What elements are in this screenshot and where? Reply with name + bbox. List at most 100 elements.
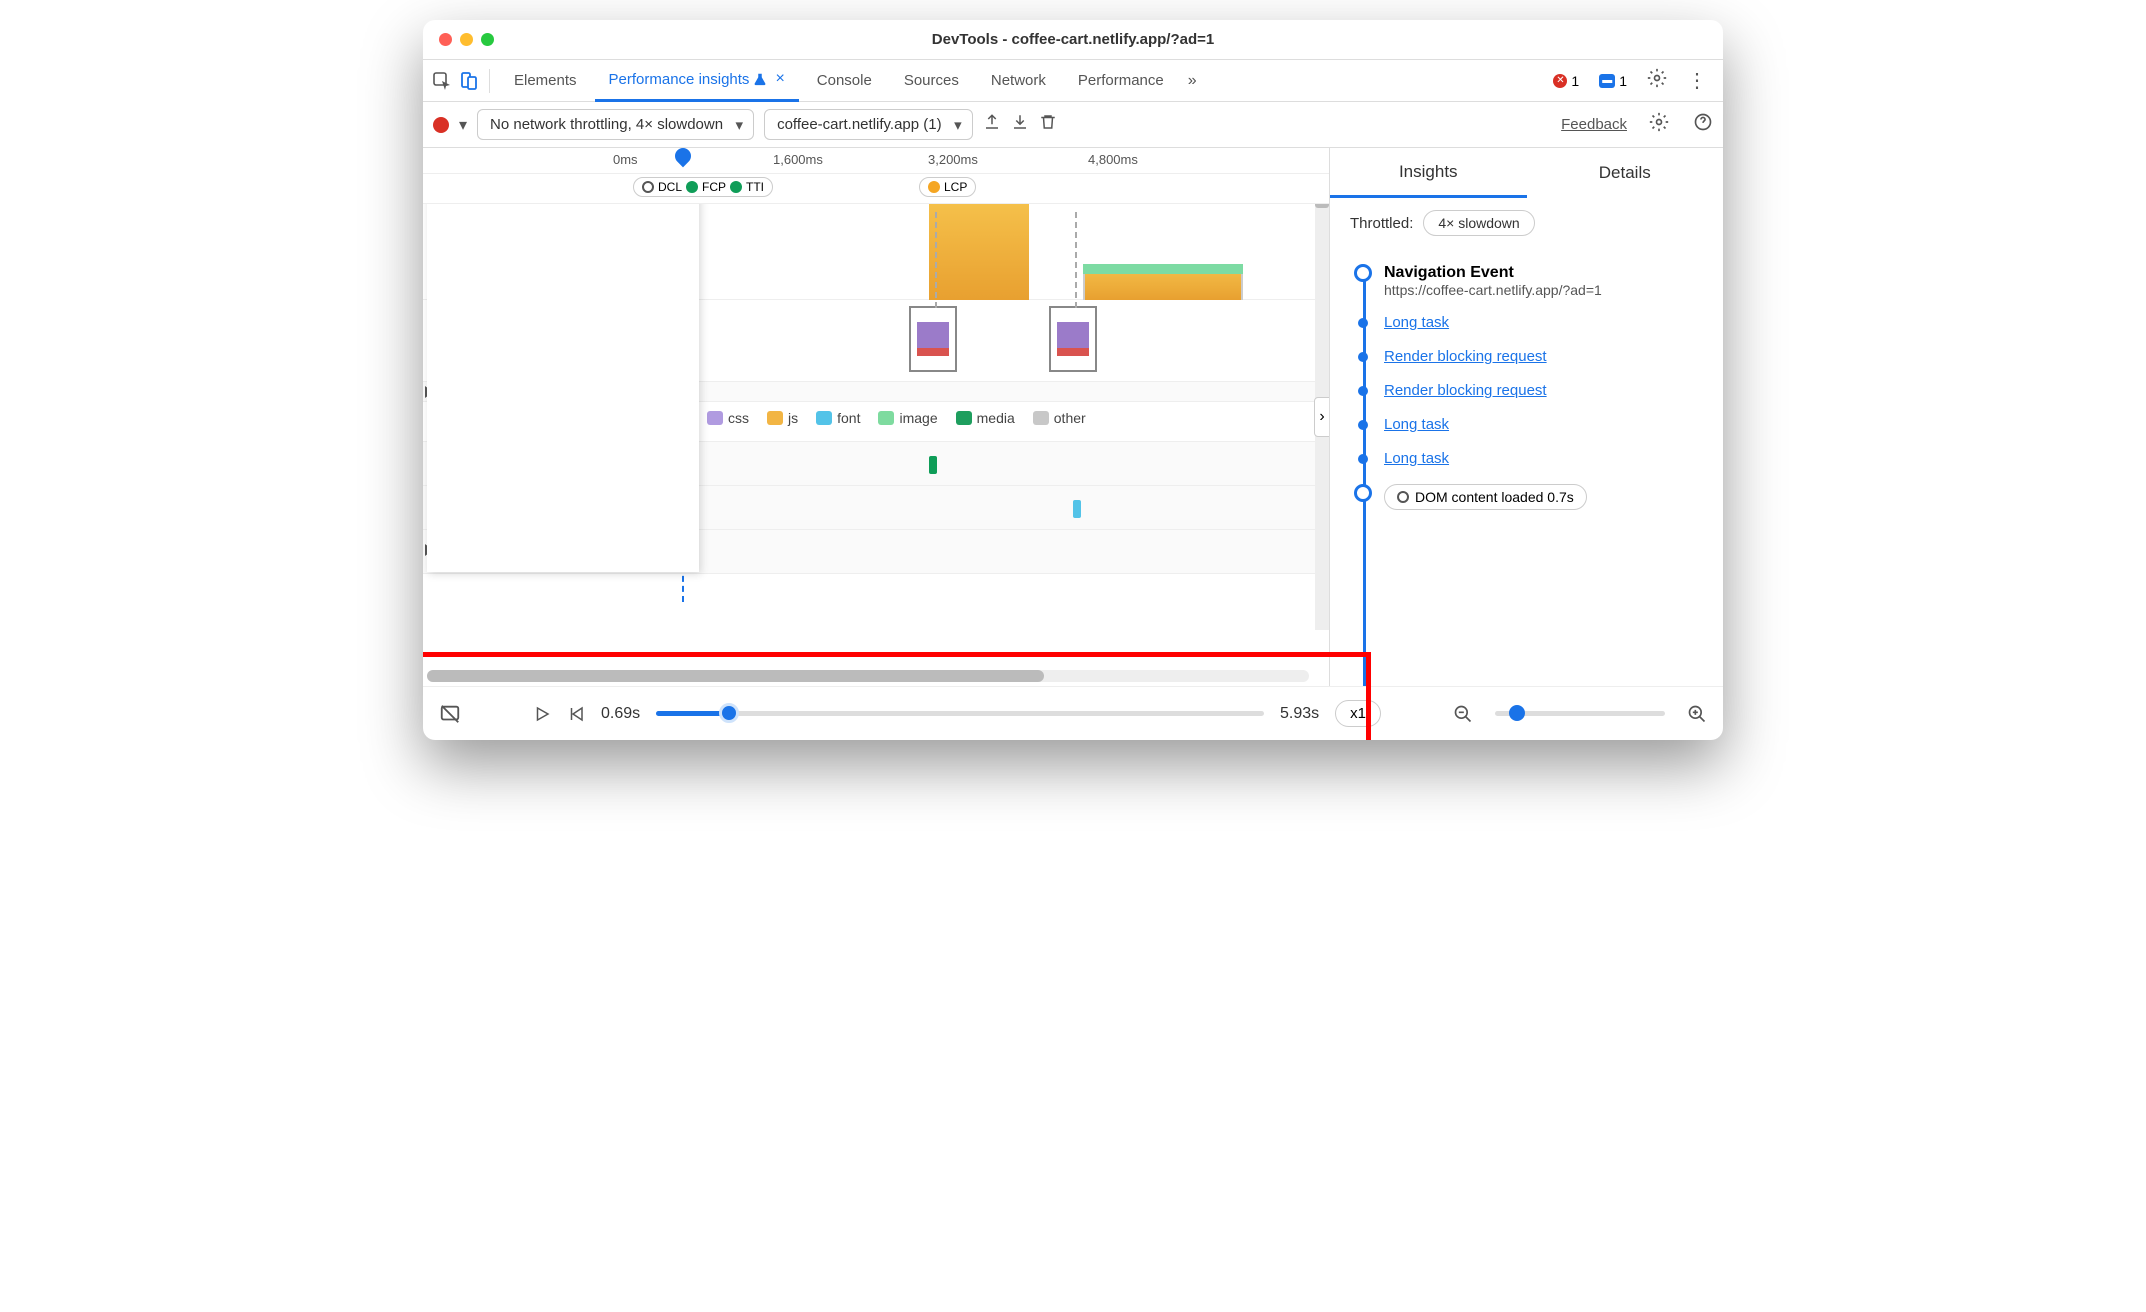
- markers-row: DCL FCP TTI LCP: [423, 174, 1329, 204]
- ruler-tick: 1,600ms: [773, 152, 823, 167]
- tab-sources[interactable]: Sources: [890, 64, 973, 97]
- export-icon[interactable]: [983, 113, 1001, 136]
- insight-navigation-event[interactable]: Navigation Event https://coffee-cart.net…: [1354, 256, 1707, 306]
- insight-item[interactable]: Render blocking request: [1354, 374, 1707, 408]
- more-tabs-icon[interactable]: »: [1188, 72, 1197, 90]
- insight-item[interactable]: Render blocking request: [1354, 340, 1707, 374]
- zoom-out-icon[interactable]: [1453, 704, 1473, 724]
- ruler-tick: 0ms: [613, 152, 638, 167]
- tracks: css js font image media other: [423, 204, 1329, 686]
- play-icon[interactable]: [533, 705, 551, 723]
- minimize-window-button[interactable]: [460, 33, 473, 46]
- playback-slider[interactable]: [656, 711, 1264, 716]
- tab-performance-insights[interactable]: Performance insights ×: [595, 60, 799, 102]
- timeline-dot-icon: [1354, 484, 1372, 502]
- delete-icon[interactable]: [1039, 113, 1057, 136]
- insights-list: Navigation Event https://coffee-cart.net…: [1330, 248, 1723, 686]
- expand-panel-icon[interactable]: ›: [1314, 397, 1329, 437]
- origin-dropdown[interactable]: coffee-cart.netlify.app (1): [764, 109, 973, 140]
- slider-knob[interactable]: [1509, 705, 1525, 721]
- timeline-dot-icon: [1358, 318, 1368, 328]
- legend-other: other: [1033, 410, 1086, 426]
- timeline-block[interactable]: [929, 204, 1029, 300]
- marker-dcl[interactable]: DCL FCP TTI: [633, 177, 773, 197]
- toggle-visibility-icon[interactable]: [439, 703, 461, 725]
- flask-icon: [753, 72, 767, 86]
- inspect-icon[interactable]: [431, 70, 453, 92]
- tab-network[interactable]: Network: [977, 64, 1060, 97]
- screenshot-thumbnail[interactable]: [909, 306, 957, 372]
- zoom-in-icon[interactable]: [1687, 704, 1707, 724]
- legend-js: js: [767, 410, 798, 426]
- timeline-dot-icon: [1358, 386, 1368, 396]
- message-badge[interactable]: ▬ 1: [1593, 71, 1633, 91]
- slider-knob[interactable]: [719, 703, 739, 723]
- playhead-marker[interactable]: [672, 148, 695, 167]
- close-window-button[interactable]: [439, 33, 452, 46]
- ruler-tick: 4,800ms: [1088, 152, 1138, 167]
- devtools-tabbar: Elements Performance insights × Console …: [423, 60, 1723, 102]
- playback-bar: 0.69s 5.93s x1: [423, 686, 1723, 740]
- panel-settings-icon[interactable]: [1649, 112, 1669, 138]
- timeline-dot-icon: [1358, 420, 1368, 430]
- legend-image: image: [878, 410, 937, 426]
- ruler-tick: 3,200ms: [928, 152, 978, 167]
- playback-speed-button[interactable]: x1: [1335, 700, 1381, 727]
- zoom-slider[interactable]: [1495, 711, 1665, 716]
- legend-font: font: [816, 410, 860, 426]
- feedback-link[interactable]: Feedback: [1561, 116, 1627, 133]
- error-badge[interactable]: ✕ 1: [1547, 71, 1585, 91]
- import-icon[interactable]: [1011, 113, 1029, 136]
- playback-end-time: 5.93s: [1280, 705, 1319, 723]
- maximize-window-button[interactable]: [481, 33, 494, 46]
- insight-item[interactable]: DOM content loaded 0.7s: [1354, 476, 1707, 518]
- timeline-dot-icon: [1358, 454, 1368, 464]
- tab-details[interactable]: Details: [1527, 148, 1724, 198]
- traffic-lights: [423, 33, 494, 46]
- close-tab-icon[interactable]: ×: [775, 70, 784, 88]
- tab-elements[interactable]: Elements: [500, 64, 591, 97]
- help-icon[interactable]: [1693, 112, 1713, 137]
- tab-performance[interactable]: Performance: [1064, 64, 1178, 97]
- side-panel: Insights Details Throttled: 4× slowdown …: [1329, 148, 1723, 686]
- insights-toolbar: ▾ No network throttling, 4× slowdown cof…: [423, 102, 1723, 148]
- scrollbar-thumb[interactable]: [1315, 204, 1329, 208]
- tab-console[interactable]: Console: [803, 64, 886, 97]
- tab-insights[interactable]: Insights: [1330, 148, 1527, 198]
- playback-start-time: 0.69s: [601, 705, 640, 723]
- detail-card[interactable]: [427, 204, 699, 572]
- insight-item[interactable]: Long task: [1354, 442, 1707, 476]
- legend-media: media: [956, 410, 1015, 426]
- marker-dot-icon: [730, 181, 742, 193]
- throttled-label: Throttled:: [1350, 215, 1413, 232]
- record-button[interactable]: [433, 117, 449, 133]
- marker-dot-icon: [928, 181, 940, 193]
- insight-item[interactable]: Long task: [1354, 408, 1707, 442]
- timeline-dot-icon: [1358, 352, 1368, 362]
- throttled-value: 4× slowdown: [1423, 210, 1534, 236]
- resource-bar[interactable]: [929, 456, 937, 474]
- kebab-menu-icon[interactable]: ⋮: [1687, 68, 1707, 93]
- titlebar: DevTools - coffee-cart.netlify.app/?ad=1: [423, 20, 1723, 60]
- device-toolbar-icon[interactable]: [457, 70, 479, 92]
- insight-item[interactable]: Long task: [1354, 306, 1707, 340]
- window-title: DevTools - coffee-cart.netlify.app/?ad=1: [932, 31, 1214, 48]
- screenshot-thumbnail[interactable]: [1049, 306, 1097, 372]
- error-icon: ✕: [1553, 74, 1567, 88]
- timeline-dot-icon: [1354, 264, 1372, 282]
- skip-back-icon[interactable]: [567, 705, 585, 723]
- scrollbar-thumb[interactable]: [427, 670, 1044, 682]
- marker-lcp[interactable]: LCP: [919, 177, 976, 197]
- marker-dot-icon: [642, 181, 654, 193]
- marker-dot-icon: [686, 181, 698, 193]
- record-dropdown-icon[interactable]: ▾: [459, 115, 467, 135]
- message-icon: ▬: [1599, 74, 1615, 88]
- horizontal-scrollbar[interactable]: [427, 670, 1309, 682]
- timeline-area: 0ms 1,600ms 3,200ms 4,800ms DCL FCP TTI: [423, 148, 1329, 686]
- throttling-dropdown[interactable]: No network throttling, 4× slowdown: [477, 109, 754, 140]
- legend-css: css: [707, 410, 749, 426]
- resource-bar[interactable]: [1073, 500, 1081, 518]
- settings-icon[interactable]: [1647, 68, 1667, 94]
- timeline-block[interactable]: [1083, 264, 1243, 274]
- timeline-ruler[interactable]: 0ms 1,600ms 3,200ms 4,800ms: [423, 148, 1329, 174]
